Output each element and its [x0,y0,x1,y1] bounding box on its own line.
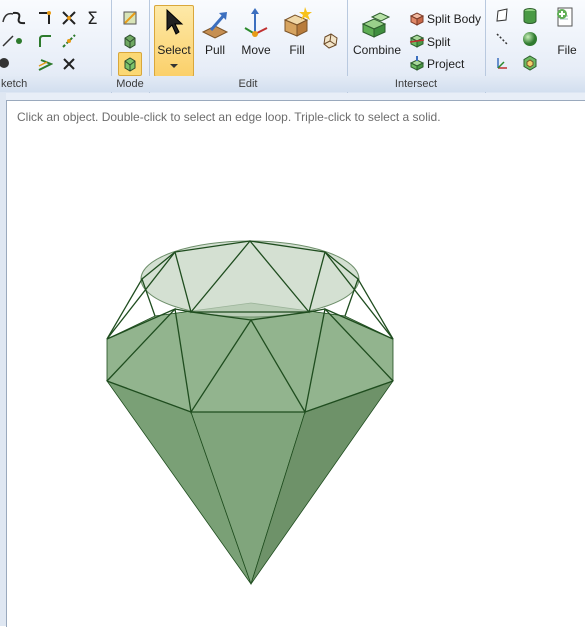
select-arrow-icon [166,8,184,35]
sketch-group: Σ ketch [0,0,112,93]
sketch-fillet-icon[interactable] [37,33,53,49]
cylinder-icon[interactable] [522,7,538,25]
sketch-split-icon[interactable] [61,33,77,49]
plane-icon[interactable] [495,8,509,22]
sketch-offset-icon[interactable] [37,56,53,72]
ribbon: Σ ketch Mode Select Pull Move Fill Edit [0,0,585,94]
axis-line-icon[interactable] [495,32,509,46]
intersect-group-label: Intersect [347,76,485,92]
mode-group-label: Mode [111,76,149,92]
file-label: File [557,43,577,57]
sketch-corner-icon[interactable] [37,10,53,26]
shell-icon[interactable] [522,55,538,71]
face-tool-icon[interactable] [321,32,339,50]
intersect-group: Combine Split Body Split Project Interse… [347,0,486,93]
svg-text:Σ: Σ [87,9,98,27]
move-label: Move [241,43,271,57]
sketch-group-label: ketch [0,76,111,92]
sigma-icon[interactable]: Σ [86,9,102,27]
sketch-circle-icon[interactable] [0,56,12,70]
combine-icon[interactable] [360,10,392,40]
split-body-icon[interactable] [409,11,425,27]
split-label[interactable]: Split [427,35,450,49]
fill-icon[interactable] [281,6,313,38]
split-body-label[interactable]: Split Body [427,12,481,26]
mode-group: Mode [111,0,150,93]
project-icon[interactable] [409,55,425,71]
project-label[interactable]: Project [427,57,464,71]
move-icon[interactable] [241,6,271,38]
combine-label: Combine [352,43,402,57]
sphere-icon[interactable] [522,31,538,47]
trim-icon[interactable] [61,10,77,26]
origin-icon[interactable] [495,56,509,70]
sketch-mode-icon[interactable] [122,10,138,26]
file-insert-icon[interactable] [554,6,576,28]
sketch-spline-icon[interactable] [11,10,27,26]
section-mode-icon[interactable] [122,33,138,49]
split-icon[interactable] [409,33,425,49]
sketch-point-icon[interactable] [12,34,26,48]
gem-solid[interactable] [7,101,585,627]
edit-group-label: Edit [149,76,347,92]
select-label: Select [157,43,191,57]
viewport-frame-top [0,93,585,100]
pull-label: Pull [204,43,225,57]
select-dropdown-icon[interactable] [169,62,179,70]
fill-label: Fill [289,43,305,57]
insert-group-label [485,76,585,92]
3d-mode-icon [124,57,136,72]
edit-group: Select Pull Move Fill Edit [149,0,348,93]
design-viewport[interactable]: Click an object. Double-click to select … [6,100,585,627]
pull-icon[interactable] [199,8,231,40]
sketch-delete-icon[interactable] [61,56,77,72]
insert-group: File [485,0,585,93]
